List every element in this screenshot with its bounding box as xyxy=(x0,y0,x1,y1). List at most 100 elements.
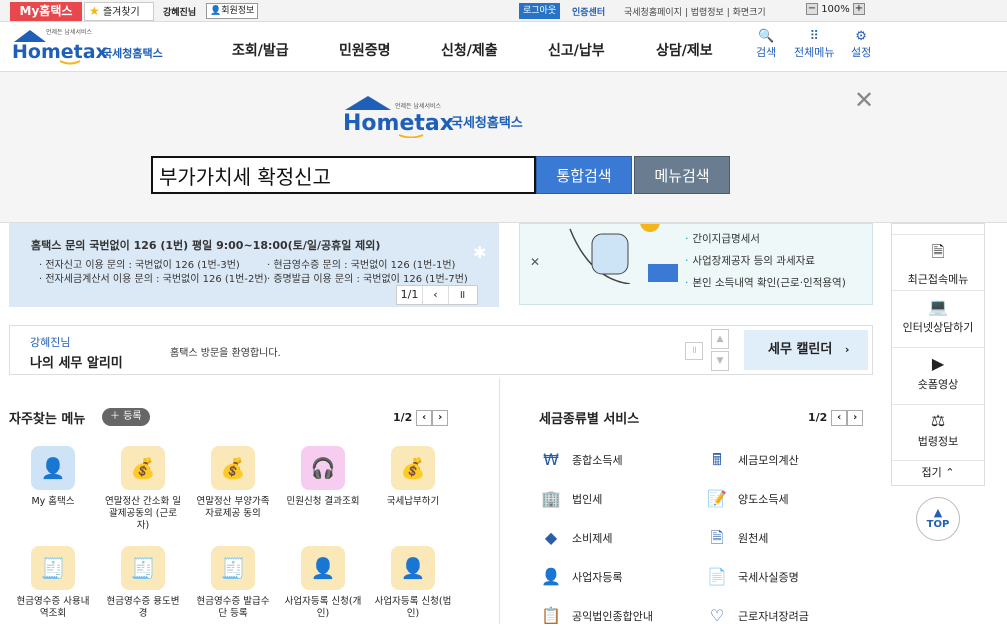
nav-certificate[interactable]: 민원증명 xyxy=(339,40,391,60)
favorites-label: 즐겨찾기 xyxy=(102,7,140,18)
tax-item-label: 원천세 xyxy=(738,532,769,545)
right-banner-item[interactable]: 간이지급명세서 xyxy=(685,231,760,246)
menu-tile-label: 연말정산 부양가족 자료제공 동의 xyxy=(196,496,270,519)
menu-tile-my-hometax[interactable]: 👤 My 홈택스 xyxy=(13,446,93,508)
nav-inquiry[interactable]: 조회/발급 xyxy=(232,40,289,60)
banner-line: · 전자세금계산서 이용 문의 : 국번없이 126 (1번-2번) xyxy=(39,274,268,285)
menu-tile-dependent-consent[interactable]: 💰 연말정산 부양가족 자료제공 동의 xyxy=(193,446,273,520)
tax-item-label: 사업자등록 xyxy=(572,571,623,584)
nav-consult[interactable]: 상담/제보 xyxy=(656,40,713,60)
alarm-message: 홈택스 방문을 환영합니다. xyxy=(170,348,281,359)
zoom-in-button[interactable]: + xyxy=(852,3,865,15)
member-info-button[interactable]: 👤회원정보 xyxy=(206,3,259,19)
pause-icon[interactable]: ॥ xyxy=(685,342,703,360)
tax-item-fact-cert[interactable]: 📄 국세사실증명 xyxy=(706,567,799,587)
tax-item-label: 세금모의계산 xyxy=(738,454,799,467)
pause-icon[interactable]: ॥ xyxy=(449,286,475,304)
quick-recent-menu[interactable]: 🗎 최근접속메뉴 xyxy=(892,234,984,289)
tax-calendar-button[interactable]: 세무 캘린더 › xyxy=(744,330,868,370)
diamond-icon: ◆ xyxy=(544,528,558,547)
menu-tile-yearend-consent[interactable]: 💰 연말정산 간소화 일괄제공동의 (근로자) xyxy=(103,446,183,532)
tax-item-label: 종합소득세 xyxy=(572,454,623,467)
search-icon: 🔍 xyxy=(758,29,775,44)
prev-arrow-icon[interactable]: ‹ xyxy=(423,286,449,304)
header-search-button[interactable]: 🔍 검색 xyxy=(756,30,776,60)
moneybag-icon: 💰 xyxy=(391,446,435,490)
tax-item-worker-child[interactable]: ♡ 근로자녀장려금 xyxy=(706,606,809,626)
tax-item-label: 법인세 xyxy=(572,493,603,506)
next-arrow-icon[interactable]: › xyxy=(432,410,449,426)
recent-search-icon: 🗎 xyxy=(931,242,945,261)
menu-tile-receipt-register[interactable]: 🧾 현금영수증 발급수단 등록 xyxy=(193,546,273,620)
register-button[interactable]: ＋ 등록 xyxy=(102,408,150,426)
arrow-up-icon: ▲ xyxy=(933,506,943,519)
calculator-icon: 🖩 xyxy=(712,450,722,469)
tax-item-corporate[interactable]: 🏢 법인세 xyxy=(540,489,602,509)
overlay-logo-text: Hometax xyxy=(343,111,454,136)
tax-page-num: 1/2 xyxy=(808,411,828,424)
headset-icon: 🎧 xyxy=(301,446,345,490)
prev-arrow-icon[interactable]: ‹ xyxy=(831,410,848,426)
person-icon: 👤 xyxy=(210,6,222,16)
menu-tile-receipt-history[interactable]: 🧾 현금영수증 사용내역조회 xyxy=(13,546,93,620)
header-allmenu-button[interactable]: ⠿ 전체메뉴 xyxy=(794,30,834,60)
hometax-logo[interactable]: 언제든 납세서비스 Hometax 국세청홈택스 xyxy=(10,28,180,66)
overlay-logo-sub: 국세청홈택스 xyxy=(451,115,523,131)
banner-line: · 증명발급 이용 문의 : 국번없이 126 (1번-7번) xyxy=(267,274,468,285)
scroll-top-button[interactable]: ▲ TOP xyxy=(916,497,960,541)
close-icon[interactable]: ✕ xyxy=(852,88,876,112)
right-banner-item[interactable]: 사업장제공자 등의 과세자료 xyxy=(685,253,815,268)
person-illustration-icon: ✕ xyxy=(530,224,678,284)
tax-item-simulation[interactable]: 🖩 세금모의계산 xyxy=(706,450,799,470)
menu-tile-label: 사업자등록 신청(개인) xyxy=(284,596,362,619)
quick-internet-consult[interactable]: 💻 인터넷상담하기 xyxy=(892,290,984,346)
tax-item-transfer[interactable]: 📝 양도소득세 xyxy=(706,489,789,509)
favorites-button[interactable]: ★ 즐겨찾기 xyxy=(84,2,154,21)
clipboard-check-icon: 📋 xyxy=(541,606,561,625)
overlay-logo-tag: 언제든 납세서비스 xyxy=(395,102,442,110)
certificate-icon: 📄 xyxy=(707,567,727,586)
menu-tile-label: 사업자등록 신청(법인) xyxy=(374,596,452,619)
header-settings-button[interactable]: ⚙ 설정 xyxy=(851,30,871,60)
next-arrow-icon[interactable]: › xyxy=(847,410,864,426)
right-banner-item[interactable]: 본인 소득내역 확인(근로·인적용역) xyxy=(685,275,845,290)
tax-calendar-label: 세무 캘린더 xyxy=(768,342,833,357)
menu-tile-receipt-purpose[interactable]: 🧾 현금영수증 용도변경 xyxy=(103,546,183,620)
down-arrow-icon[interactable]: ▼ xyxy=(711,351,729,371)
quick-fold-button[interactable]: 접기 ⌃ xyxy=(892,460,984,486)
building-icon: 🏢 xyxy=(541,489,561,508)
logout-button[interactable]: 로그아웃 xyxy=(519,3,561,19)
tax-item-public-corp[interactable]: 📋 공익법인종합안내 xyxy=(540,606,653,626)
grid-icon: ⠿ xyxy=(809,29,819,44)
play-icon: ▶ xyxy=(931,354,945,373)
cert-center-link[interactable]: 인증센터 xyxy=(572,5,605,18)
person-edit-icon: 👤 xyxy=(391,546,435,590)
nav-application[interactable]: 신청/제출 xyxy=(441,40,498,60)
my-hometax-button[interactable]: My홈택스 xyxy=(10,2,82,21)
menu-search-button[interactable]: 메뉴검색 xyxy=(634,156,730,194)
nav-report-payment[interactable]: 신고/납부 xyxy=(548,40,605,60)
tax-item-consumption[interactable]: ◆ 소비제세 xyxy=(540,528,613,548)
up-arrow-icon[interactable]: ▲ xyxy=(711,329,729,349)
prev-arrow-icon[interactable]: ‹ xyxy=(416,410,433,426)
menu-tile-biz-register-corp[interactable]: 👤 사업자등록 신청(법인) xyxy=(373,546,453,620)
tax-item-withholding[interactable]: 🗎 원천세 xyxy=(706,528,769,548)
tax-item-income[interactable]: ₩ 종합소득세 xyxy=(540,450,623,470)
zoom-out-button[interactable]: − xyxy=(806,3,818,15)
tax-item-label: 공익법인종합안내 xyxy=(572,610,653,623)
tax-item-biz-register[interactable]: 👤 사업자등록 xyxy=(540,567,623,587)
integrated-search-button[interactable]: 통합검색 xyxy=(536,156,632,194)
quick-shorts-video[interactable]: ▶ 숏폼영상 xyxy=(892,347,984,403)
menu-tile-tax-payment[interactable]: 💰 국세납부하기 xyxy=(373,446,453,508)
alarm-title: 나의 세무 알리미 xyxy=(30,356,123,371)
menu-tile-biz-register-individual[interactable]: 👤 사업자등록 신청(개인) xyxy=(283,546,363,620)
menu-tile-label: 국세납부하기 xyxy=(386,496,440,507)
menu-tile-civil-result[interactable]: 🎧 민원신청 결과조회 xyxy=(283,446,363,508)
zoom-control: − 100% + xyxy=(806,3,865,18)
search-input[interactable] xyxy=(151,156,536,194)
utility-links[interactable]: 국세청홈페이지 | 법령정보 | 화면크기 xyxy=(624,5,766,18)
fold-label: 접기 xyxy=(921,466,942,479)
quick-law-info[interactable]: ⚖ 법령정보 xyxy=(892,404,984,460)
menu-tile-label: 민원신청 결과조회 xyxy=(286,496,360,507)
right-banner[interactable]: ✕ 간이지급명세서 사업장제공자 등의 과세자료 본인 소득내역 확인(근로·인… xyxy=(519,223,873,305)
